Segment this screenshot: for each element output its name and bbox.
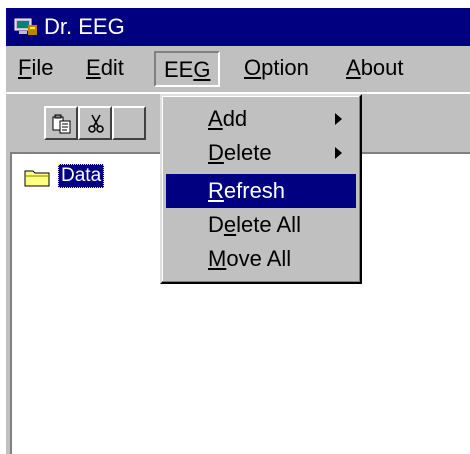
menu-item-delete-rest: elete — [223, 140, 272, 165]
menu-item-refresh-rest: efresh — [223, 178, 286, 203]
menu-file-mnemonic: F — [18, 55, 32, 80]
menu-option-rest: ption — [261, 55, 309, 80]
menu-eeg-pre: EE — [164, 57, 194, 82]
menu-item-add-rest: dd — [222, 106, 248, 131]
app-window: Dr. EEG File Edit EEG Option About Data … — [6, 8, 470, 454]
menu-item-add-label: Add — [208, 104, 247, 134]
app-icon[interactable] — [14, 17, 38, 37]
menu-item-delete-all-rest: lete All — [236, 212, 301, 237]
menu-file-rest: ile — [31, 55, 54, 80]
submenu-arrow-icon — [335, 113, 342, 125]
menu-option[interactable]: Option — [236, 51, 317, 87]
menu-bar: File Edit EEG Option About — [6, 46, 470, 92]
paste-button[interactable] — [44, 106, 78, 140]
menu-item-move-all-rest: ove All — [226, 246, 292, 271]
menu-edit[interactable]: Edit — [78, 51, 132, 87]
window-title: Dr. EEG — [44, 14, 125, 39]
menu-item-move-all-label: Move All — [208, 244, 291, 274]
menu-item-refresh-mnemonic: R — [208, 178, 224, 203]
menu-file[interactable]: File — [10, 51, 61, 87]
menu-about-mnemonic: A — [346, 55, 361, 80]
menu-item-delete-all-mnemonic: e — [223, 212, 237, 237]
menu-item-delete-label: Delete — [208, 138, 272, 168]
cut-button[interactable] — [78, 106, 112, 140]
menu-item-move-all-mnemonic: M — [208, 246, 227, 271]
menu-eeg-mnemonic: G — [193, 57, 211, 82]
toolbar-button-3[interactable] — [112, 106, 146, 140]
eeg-dropdown-menu: Add Delete Refresh Delete All Move All — [160, 94, 362, 284]
menu-about-rest: bout — [360, 55, 404, 80]
submenu-arrow-icon — [335, 147, 342, 159]
cut-icon — [88, 114, 104, 133]
menu-edit-mnemonic: E — [86, 55, 101, 80]
menu-item-delete[interactable]: Delete — [166, 136, 356, 170]
menu-option-mnemonic: O — [244, 55, 262, 80]
menu-about[interactable]: About — [338, 51, 412, 87]
title-bar[interactable]: Dr. EEG — [6, 8, 470, 46]
menu-item-delete-all-label: Delete All — [208, 210, 301, 240]
menu-item-add-mnemonic: A — [208, 106, 223, 131]
menu-item-refresh[interactable]: Refresh — [166, 174, 356, 208]
menu-item-delete-all[interactable]: Delete All — [166, 208, 356, 242]
tree-node-label: Data — [58, 164, 105, 188]
menu-edit-rest: dit — [100, 55, 124, 80]
folder-icon — [24, 170, 50, 187]
menu-item-delete-mnemonic: D — [208, 140, 224, 165]
menu-item-move-all[interactable]: Move All — [166, 242, 356, 276]
menu-item-add[interactable]: Add — [166, 102, 356, 136]
paste-icon — [52, 114, 71, 134]
menu-item-refresh-label: Refresh — [208, 176, 285, 206]
menu-eeg[interactable]: EEG — [154, 51, 221, 87]
menu-item-delete-all-pre: D — [208, 212, 224, 237]
